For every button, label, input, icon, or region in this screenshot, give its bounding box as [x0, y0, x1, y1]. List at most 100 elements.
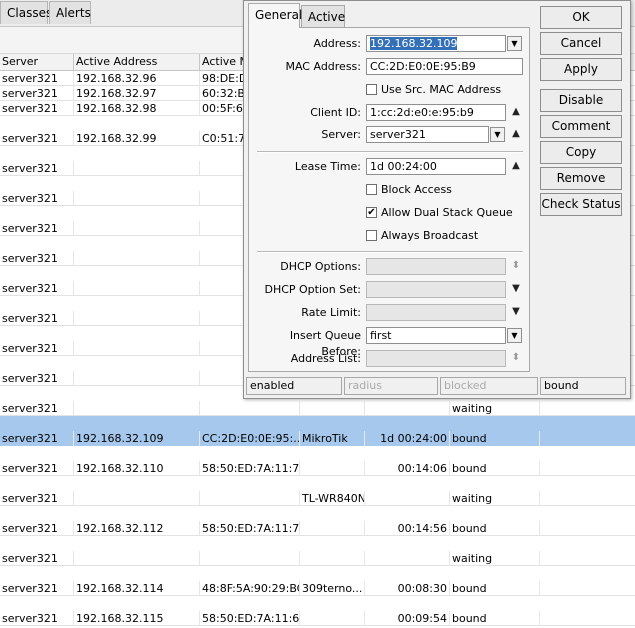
remove-button[interactable]: Remove: [540, 167, 622, 190]
table-row[interactable]: server321 waiting: [0, 551, 635, 566]
block-access-checkbox[interactable]: [366, 184, 377, 195]
cell-status: waiting: [450, 551, 540, 566]
cell-server: server321: [0, 581, 74, 596]
status-bound: bound: [540, 377, 626, 395]
cell-server: server321: [0, 341, 74, 356]
dhcp-options-input[interactable]: [366, 258, 506, 275]
address-list-updown-icon[interactable]: ⬍: [510, 350, 522, 366]
table-row[interactable]: server321 TL-WR840N waiting: [0, 491, 635, 506]
dhcp-option-set-input[interactable]: [366, 281, 506, 298]
cell-mac: 58:50:ED:7A:11:7B: [202, 521, 300, 536]
copy-button[interactable]: Copy: [540, 141, 622, 164]
cell-expires: 00:08:30: [365, 581, 450, 596]
lease-time-input[interactable]: 1d 00:24:00: [366, 158, 506, 175]
table-row[interactable]: server321 192.168.32.112 58:50:ED:7A:11:7B…: [0, 521, 635, 536]
client-id-collapse-icon[interactable]: ▲: [510, 104, 522, 120]
insert-queue-before-select[interactable]: first: [366, 327, 506, 344]
cell-expires: 1d 00:24:00: [365, 431, 450, 446]
cell-server: server321: [0, 191, 74, 206]
allow-dual-stack-checkbox[interactable]: ✔: [366, 207, 377, 218]
server-select[interactable]: server321: [366, 126, 489, 143]
cell-mac: [200, 491, 300, 506]
table-row[interactable]: server321 192.168.32.109 CC:2D:E0:0E:95:..…: [0, 431, 635, 446]
cell-status: bound: [450, 521, 540, 536]
table-row-highlight: [0, 416, 635, 431]
mac-address-label: MAC Address:: [285, 60, 361, 73]
cell-server: server321: [0, 71, 74, 86]
tab-classes[interactable]: Classes: [0, 1, 52, 24]
cell-server: server321: [0, 521, 74, 536]
cell-host: 309terno...: [300, 581, 365, 596]
cancel-button[interactable]: Cancel: [540, 32, 622, 55]
cell-mac: [200, 551, 300, 566]
cell-address: 192.168.32.109: [74, 431, 200, 446]
cell-mac: 58:50:ED:7A:11:7A: [202, 461, 300, 476]
cell-address: [74, 251, 200, 266]
cell-address: [74, 161, 200, 176]
rate-limit-label: Rate Limit:: [301, 306, 361, 319]
use-src-mac-checkbox[interactable]: [366, 84, 377, 95]
cell-address: [74, 491, 200, 506]
allow-dual-stack-label: Allow Dual Stack Queue: [381, 206, 513, 219]
cell-server: server321: [0, 371, 74, 386]
comment-button[interactable]: Comment: [540, 115, 622, 138]
cell-address: [74, 341, 200, 356]
table-row[interactable]: server321 waiting: [0, 401, 635, 416]
cell-address: 192.168.32.115: [74, 611, 200, 626]
cell-expires: 00:14:06: [365, 461, 450, 476]
table-row[interactable]: server321 192.168.32.115 58:50:ED:7A:11:65…: [0, 611, 635, 626]
col-active-address[interactable]: Active Address: [74, 54, 200, 70]
separator: [257, 151, 523, 153]
status-radius: radius: [344, 377, 438, 395]
cell-address: [74, 551, 200, 566]
cell-host: [300, 461, 365, 476]
cell-host: TL-WR840N: [302, 491, 365, 506]
server-collapse-icon[interactable]: ▲: [510, 126, 522, 142]
cell-server: server321: [0, 551, 74, 566]
lease-time-collapse-icon[interactable]: ▲: [510, 158, 522, 174]
always-broadcast-checkbox[interactable]: [366, 230, 377, 241]
cell-address: 192.168.32.96: [74, 71, 200, 86]
cell-server: server321: [0, 86, 74, 101]
dhcp-lease-dialog: General Active Address: 192.168.32.109 ▼…: [243, 0, 631, 399]
insert-queue-before-dropdown-icon[interactable]: ▼: [507, 328, 522, 343]
separator: [257, 251, 523, 253]
cell-server: server321: [0, 251, 74, 266]
check-status-button[interactable]: Check Status: [540, 193, 622, 216]
cell-server: server321: [0, 131, 74, 146]
tab-general[interactable]: General: [248, 3, 302, 28]
col-server[interactable]: Server: [0, 54, 74, 70]
table-row[interactable]: server321 192.168.32.114 48:8F:5A:90:29:BC…: [0, 581, 635, 596]
cell-address: 192.168.32.99: [74, 131, 200, 146]
tab-alerts[interactable]: Alerts: [49, 1, 91, 24]
server-dropdown-icon[interactable]: ▼: [490, 127, 505, 142]
dhcp-option-set-expand-icon[interactable]: ▼: [510, 281, 522, 297]
address-input[interactable]: 192.168.32.109: [366, 35, 506, 52]
mac-address-input[interactable]: CC:2D:E0:0E:95:B9: [366, 58, 523, 75]
lease-time-label: Lease Time:: [294, 160, 361, 173]
cell-address: [74, 221, 200, 236]
apply-button[interactable]: Apply: [540, 58, 622, 81]
rate-limit-expand-icon[interactable]: ▼: [510, 304, 522, 320]
cell-mac: 48:8F:5A:90:29:BC: [202, 581, 300, 596]
insert-queue-before-label: Insert Queue Before:: [289, 329, 361, 358]
client-id-input[interactable]: 1:cc:2d:e0:e:95:b9: [366, 104, 506, 121]
client-id-label: Client ID:: [310, 106, 361, 119]
rate-limit-input[interactable]: [366, 304, 506, 321]
cell-status: bound: [450, 461, 540, 476]
dhcp-options-label: DHCP Options:: [280, 260, 361, 273]
cell-server: server321: [0, 401, 74, 416]
checkmark-icon: ✔: [367, 207, 376, 218]
cell-status: bound: [450, 611, 540, 626]
dhcp-options-updown-icon[interactable]: ⬍: [510, 258, 522, 274]
cell-server: server321: [0, 221, 74, 236]
table-row[interactable]: server321 192.168.32.110 58:50:ED:7A:11:7A…: [0, 461, 635, 476]
address-list-input[interactable]: [366, 350, 506, 367]
cell-server: server321: [0, 491, 74, 506]
cell-mac: CC:2D:E0:0E:95:...: [202, 431, 300, 446]
disable-button[interactable]: Disable: [540, 89, 622, 112]
address-dropdown-icon[interactable]: ▼: [507, 36, 522, 51]
tab-active[interactable]: Active: [301, 5, 345, 27]
cell-address: 192.168.32.112: [74, 521, 200, 536]
ok-button[interactable]: OK: [540, 6, 622, 29]
